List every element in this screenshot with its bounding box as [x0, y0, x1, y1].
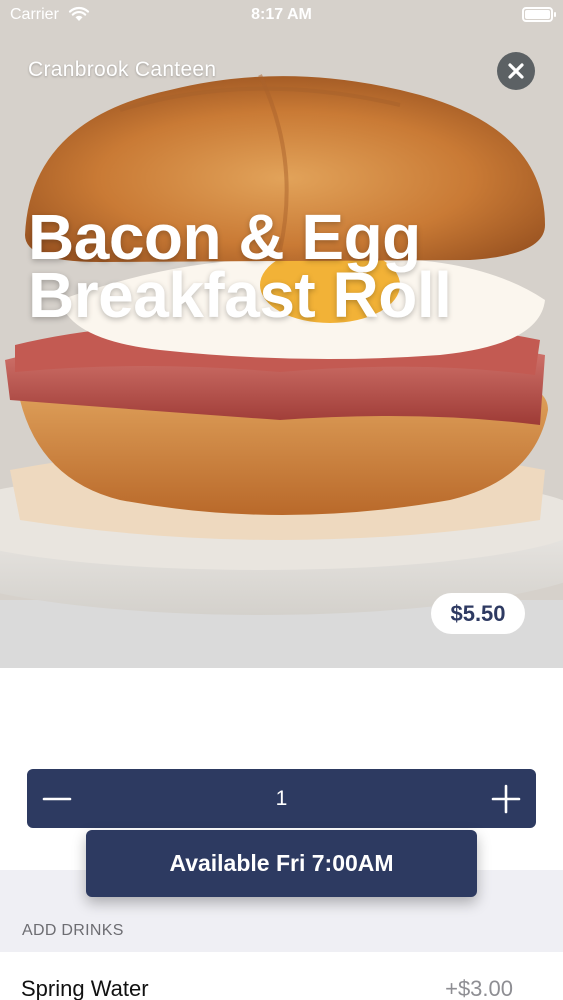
section-label: ADD DRINKS [22, 922, 124, 939]
list-item[interactable]: Spring Water +$3.00 [0, 952, 563, 1000]
battery-icon [522, 7, 556, 22]
clock: 8:17 AM [251, 6, 312, 23]
drink-name: Spring Water [21, 976, 149, 1000]
availability-button[interactable]: Available Fri 7:00AM [86, 830, 477, 897]
status-bar: Carrier 8:17 AM [0, 0, 563, 30]
close-button[interactable] [497, 52, 535, 90]
breakfast-roll-photo [0, 0, 563, 668]
drink-price: +$3.00 [445, 976, 513, 1000]
close-icon [508, 63, 524, 79]
quantity-value: 1 [275, 787, 288, 810]
plus-icon [491, 784, 521, 814]
increase-quantity-button[interactable] [490, 783, 522, 815]
item-title: Bacon & Egg Breakfast Roll [28, 201, 452, 331]
quantity-stepper: 1 [27, 769, 536, 828]
hero-image [0, 0, 563, 668]
venue-name: Cranbrook Canteen [28, 58, 217, 81]
price-badge: $5.50 [431, 593, 525, 634]
